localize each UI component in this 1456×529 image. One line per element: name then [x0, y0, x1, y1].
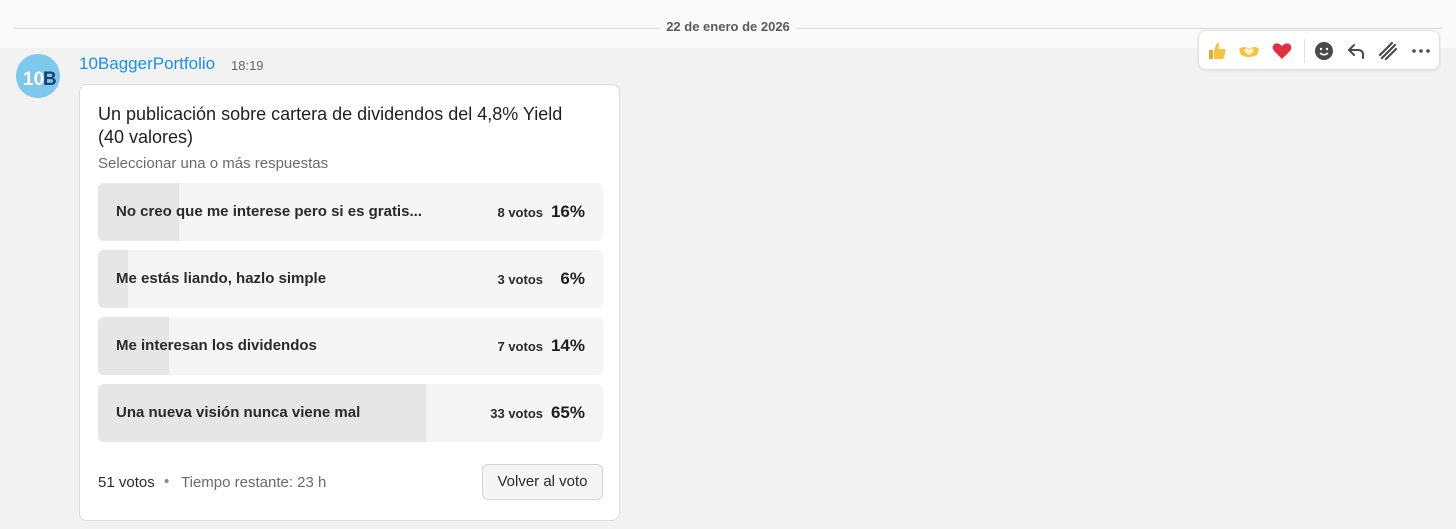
poll-option-percent: 65% [550, 403, 585, 422]
poll-option-votes: 7 votos [497, 339, 543, 354]
avatar-text-dark: B [43, 69, 57, 90]
forward-icon[interactable] [1375, 38, 1401, 64]
avatar-image: 10 B [16, 54, 60, 98]
author-name[interactable]: 10BaggerPortfolio [79, 54, 215, 74]
poll-option-label: Una nueva visión nunca viene mal [116, 404, 361, 421]
avatar-text-light: 10 [23, 69, 44, 90]
message-actions-toolbar [1198, 30, 1440, 70]
thumbs-up-icon[interactable] [1204, 38, 1230, 64]
heart-icon[interactable] [1269, 38, 1295, 64]
reply-icon[interactable] [1343, 38, 1369, 64]
poll-option-votes: 33 votos [490, 406, 543, 421]
heart-hands-icon[interactable] [1236, 38, 1262, 64]
poll-option[interactable]: Me interesan los dividendos 7 votos 14% [98, 317, 603, 375]
revote-button[interactable]: Volver al voto [482, 464, 603, 500]
poll-option-percent: 14% [550, 336, 585, 355]
divider-line-right [796, 28, 1442, 29]
add-reaction-icon[interactable] [1311, 38, 1337, 64]
poll-option-label: No creo que me interese pero si es grati… [116, 203, 422, 220]
poll-time-remaining: Tiempo restante: 23 h [181, 474, 327, 491]
poll-total-votes[interactable]: 51 votos [98, 474, 155, 491]
poll-option[interactable]: Me estás liando, hazlo simple 3 votos 6% [98, 250, 603, 308]
poll-option-votes: 8 votos [497, 205, 543, 220]
poll-option-votes: 3 votos [497, 272, 543, 287]
poll-option[interactable]: No creo que me interese pero si es grati… [98, 183, 603, 241]
more-icon[interactable] [1408, 38, 1434, 64]
poll-option-percent: 16% [550, 202, 585, 221]
avatar[interactable]: 10 B [16, 54, 60, 98]
poll-instruction: Seleccionar una o más respuestas [98, 155, 329, 172]
footer-separator: • [164, 473, 170, 490]
poll-option-percent: 6% [560, 269, 585, 288]
poll-option-label: Me interesan los dividendos [116, 337, 317, 354]
poll-card: Un publicación sobre cartera de dividend… [79, 84, 620, 521]
toolbar-separator [1304, 39, 1305, 63]
poll-option[interactable]: Una nueva visión nunca viene mal 33 voto… [98, 384, 603, 442]
message-time: 18:19 [231, 58, 264, 73]
poll-option-label: Me estás liando, hazlo simple [116, 270, 327, 287]
poll-question: Un publicación sobre cartera de dividend… [98, 104, 563, 147]
